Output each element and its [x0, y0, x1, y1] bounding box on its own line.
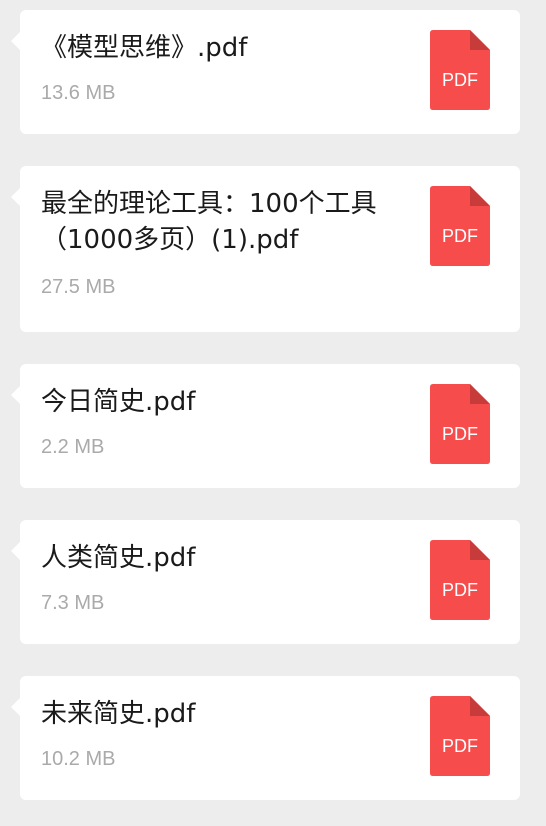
- file-size: 27.5 MB: [41, 276, 116, 298]
- file-name: 人类简史.pdf: [41, 543, 196, 573]
- pdf-file-icon: PDF: [430, 30, 490, 110]
- pdf-icon-label: PDF: [442, 580, 478, 600]
- pdf-file-icon: PDF: [430, 540, 490, 620]
- file-name: 今日简史.pdf: [41, 387, 196, 417]
- file-name: 《模型思维》.pdf: [41, 33, 248, 63]
- pdf-file-icon: PDF: [430, 696, 490, 776]
- file-size: 2.2 MB: [41, 436, 105, 458]
- file-message-card[interactable]: 《模型思维》.pdf 13.6 MB PDF: [11, 10, 520, 134]
- pdf-icon-label: PDF: [442, 226, 478, 246]
- file-name: 未来简史.pdf: [41, 699, 196, 729]
- pdf-icon-label: PDF: [442, 424, 478, 444]
- file-name: 最全的理论工具：100个工具（1000多页）(1).pdf: [41, 189, 377, 255]
- file-size: 7.3 MB: [41, 592, 105, 614]
- pdf-file-icon: PDF: [430, 186, 490, 266]
- file-message-card[interactable]: 今日简史.pdf 2.2 MB PDF: [11, 364, 520, 488]
- pdf-file-icon: PDF: [430, 384, 490, 464]
- file-size: 10.2 MB: [41, 748, 116, 770]
- file-message-card[interactable]: 人类简史.pdf 7.3 MB PDF: [11, 520, 520, 644]
- pdf-icon-label: PDF: [442, 70, 478, 90]
- file-message-card[interactable]: 未来简史.pdf 10.2 MB PDF: [11, 676, 520, 800]
- file-size: 13.6 MB: [41, 82, 116, 104]
- pdf-icon-label: PDF: [442, 736, 478, 756]
- file-message-card[interactable]: 最全的理论工具：100个工具（1000多页）(1).pdf 27.5 MB PD…: [11, 166, 520, 332]
